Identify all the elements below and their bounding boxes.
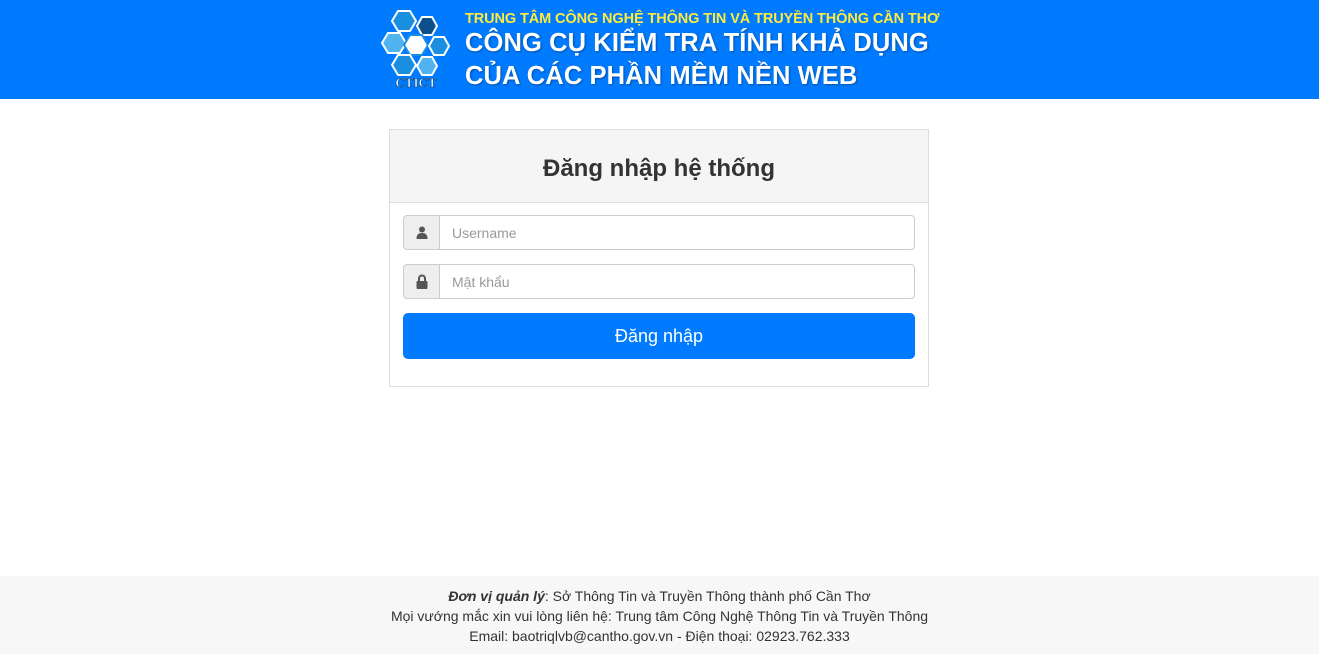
organization-name: TRUNG TÂM CÔNG NGHỆ THÔNG TIN VÀ TRUYỀN …	[465, 11, 940, 27]
password-input[interactable]	[439, 264, 915, 299]
footer-manager-value: : Sở Thông Tin và Truyền Thông thành phố…	[544, 588, 871, 604]
footer-manager-label: Đơn vị quản lý	[448, 588, 545, 604]
footer-manager-line: Đơn vị quản lý: Sở Thông Tin và Truyền T…	[0, 586, 1319, 606]
login-panel: Đăng nhập hệ thống Đăng nhập	[389, 129, 929, 387]
header-bar: CTICT TRUNG TÂM CÔNG NGHỆ THÔNG TIN VÀ T…	[0, 0, 1319, 99]
username-input-group	[403, 215, 915, 250]
password-input-group	[403, 264, 915, 299]
login-button[interactable]: Đăng nhập	[403, 313, 915, 359]
app-title-line-1: CÔNG CỤ KIỂM TRA TÍNH KHẢ DỤNG	[465, 29, 929, 57]
footer-contact-line: Mọi vướng mắc xin vui lòng liên hệ: Trun…	[390, 608, 929, 624]
lock-icon	[403, 264, 439, 299]
footer: Đơn vị quản lý: Sở Thông Tin và Truyền T…	[0, 576, 1319, 654]
footer-email-phone: Email: baotriqlvb@cantho.gov.vn - Điện t…	[469, 628, 850, 644]
user-icon	[403, 215, 439, 250]
username-input[interactable]	[439, 215, 915, 250]
ctict-logo: CTICT	[380, 10, 451, 90]
login-panel-heading: Đăng nhập hệ thống	[390, 130, 928, 203]
svg-text:CTICT: CTICT	[395, 75, 437, 90]
app-title-line-2: CỦA CÁC PHẦN MỀM NỀN WEB	[465, 62, 858, 90]
login-title: Đăng nhập hệ thống	[543, 155, 775, 182]
